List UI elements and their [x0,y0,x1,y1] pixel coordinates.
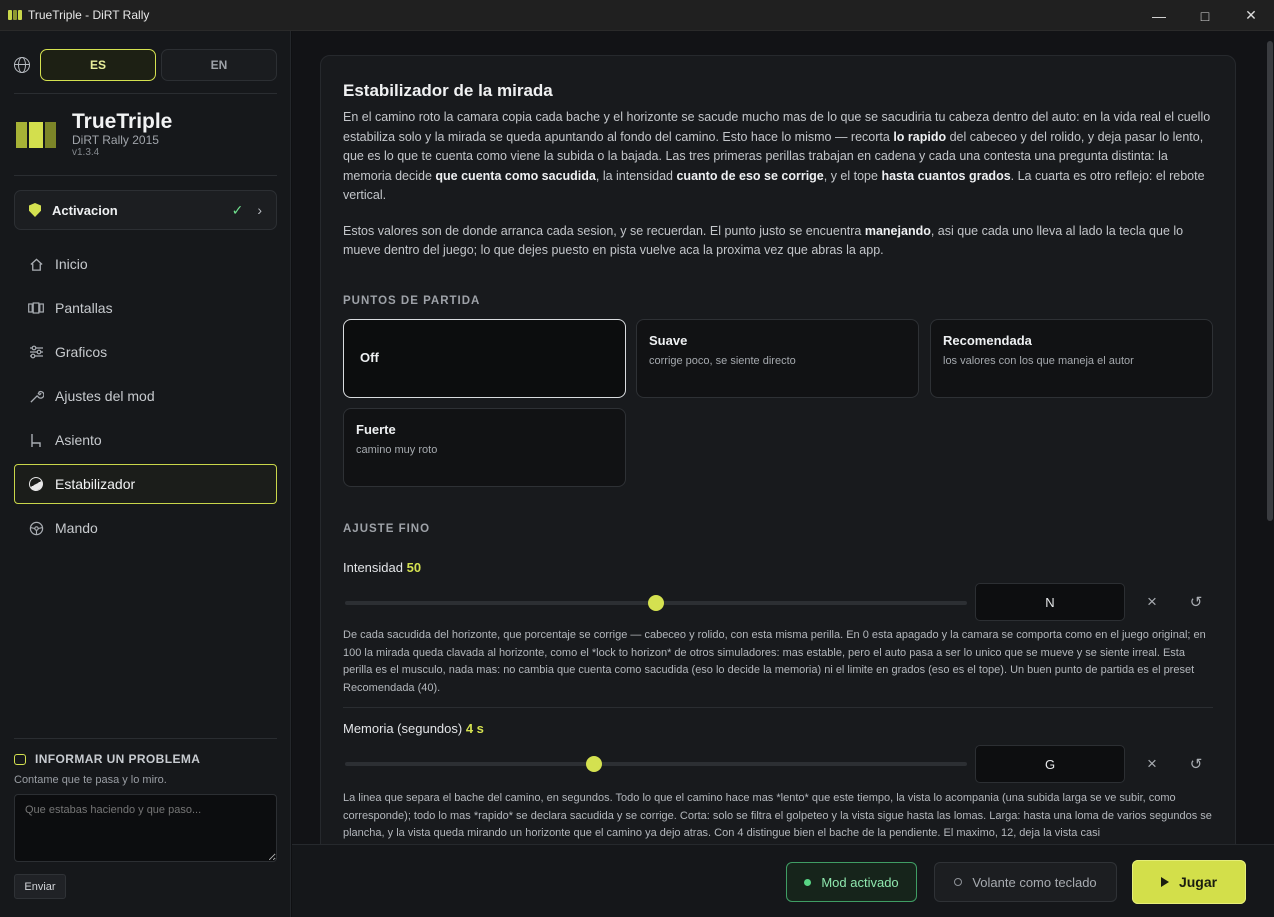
globe-icon [14,57,30,73]
window-title: TrueTriple - DiRT Rally [28,8,150,22]
seat-icon [28,432,44,448]
fine-tune-heading: AJUSTE FINO [343,523,431,535]
radio-icon [954,878,963,886]
main-content: Estabilizador de la mirada En el camino … [292,31,1274,844]
divider [14,93,277,94]
maximize-button[interactable]: □ [1182,0,1228,31]
preset-desc: camino muy roto [356,444,438,456]
footer-bar: Mod activado Volante como teclado Jugar [292,844,1274,917]
close-button[interactable]: ✕ [1228,0,1274,31]
divider [343,707,1213,708]
nav-label: Asiento [55,432,102,448]
page-title: Estabilizador de la mirada [343,81,553,100]
wrench-icon [28,388,44,404]
preset-recomendada[interactable]: Recomendada los valores con los que mane… [930,319,1213,398]
reset-icon[interactable]: ↺ [1187,593,1205,611]
report-textarea[interactable] [14,794,277,862]
memory-slider[interactable] [345,756,967,772]
reset-icon[interactable]: ↺ [1187,755,1205,773]
stabilizer-panel: Estabilizador de la mirada En el camino … [320,55,1236,844]
nav-label: Graficos [55,344,108,360]
send-button[interactable]: Enviar [14,874,66,899]
brand: TrueTriple DiRT Rally 2015 v1.3.4 [16,111,172,159]
truetriple-logo [16,122,57,148]
divider [14,738,277,739]
presets-heading: PUNTOS DE PARTIDA [343,295,481,307]
activation-label: Activacion [52,202,118,218]
preset-title: Suave [649,333,688,348]
nav-label: Inicio [55,256,88,272]
app-icon [8,10,22,20]
nav-item-inicio[interactable]: Inicio [14,244,277,284]
horizon-icon [26,474,46,494]
divider [14,175,277,176]
language-switcher: ES EN [14,49,282,81]
preset-title: Fuerte [356,422,396,437]
intensity-slider[interactable] [345,595,967,611]
title-bar: TrueTriple - DiRT Rally — □ ✕ [0,0,1274,31]
sliders-icon [28,344,44,360]
brand-name: TrueTriple [72,110,173,133]
steering-wheel-icon [28,520,44,536]
nav-item-ajustes-del-mod[interactable]: Ajustes del mod [14,376,277,416]
intensity-slider-knob[interactable] [648,595,664,611]
nav-item-estabilizador[interactable]: Estabilizador [14,464,277,504]
memory-slider-knob[interactable] [585,756,602,772]
preset-title: Recomendada [943,333,1032,348]
clear-key-button[interactable]: × [1143,754,1161,773]
preset-off[interactable]: Off [343,319,626,398]
nav-label: Ajustes del mod [55,388,155,404]
activation-button[interactable]: Activacion ✓ › [14,190,277,230]
memory-value: 4 s [465,721,484,736]
preset-desc: los valores con los que maneja el autor [943,355,1134,367]
scrollbar[interactable] [1266,31,1274,844]
nav-label: Pantallas [55,300,113,316]
shield-icon [29,203,41,217]
home-icon [28,256,44,272]
minimize-button[interactable]: — [1136,0,1182,31]
brand-game: DiRT Rally 2015 [72,133,159,147]
nav-label: Mando [55,520,98,536]
wheel-as-keyboard-toggle[interactable]: Volante como teclado [934,862,1117,902]
intro-text: En el camino roto la camara copia cada b… [343,108,1213,261]
preset-suave[interactable]: Suave corrige poco, se siente directo [636,319,919,398]
nav-item-mando[interactable]: Mando [14,508,277,548]
brand-version: v1.3.4 [72,147,100,158]
nav-item-asiento[interactable]: Asiento [14,420,277,460]
preset-fuerte[interactable]: Fuerte camino muy roto [343,408,626,487]
monitors-icon [28,300,44,316]
memory-label: Memoria (segundos) 4 s [343,721,484,736]
nav-item-graficos[interactable]: Graficos [14,332,277,372]
nav-item-pantallas[interactable]: Pantallas [14,288,277,328]
check-icon: ✓ [231,201,244,218]
memory-key-bind[interactable]: G [975,745,1125,783]
nav-label: Estabilizador [55,476,136,492]
intro-paragraph-1: En el camino roto la camara copia cada b… [343,110,1211,202]
main-nav: Inicio Pantallas Graficos Ajustes del mo… [14,244,277,552]
play-button[interactable]: Jugar [1132,860,1246,904]
report-problem: INFORMAR UN PROBLEMA Contame que te pasa… [14,752,277,899]
report-title: INFORMAR UN PROBLEMA [35,752,201,766]
intensity-key-bind[interactable]: N [975,583,1125,621]
status-dot-icon [804,878,812,886]
play-icon [1160,877,1169,887]
scrollbar-thumb[interactable] [1267,41,1273,521]
intensity-description: De cada sacudida del horizonte, que porc… [343,629,1206,694]
memory-description: La linea que separa el bache del camino,… [343,792,1212,839]
report-subtitle: Contame que te pasa y lo miro. [14,774,167,786]
intro-paragraph-2: Estos valores son de donde arranca cada … [343,223,1184,258]
chat-bubble-icon [14,753,26,765]
lang-en-button[interactable]: EN [161,49,277,81]
mod-activated-button[interactable]: Mod activado [786,862,917,902]
intensity-value: 50 [406,560,422,575]
preset-desc: corrige poco, se siente directo [649,355,796,367]
lang-es-button[interactable]: ES [40,49,156,81]
sidebar: ES EN TrueTriple DiRT Rally 2015 v1.3.4 … [0,31,291,917]
intensity-label: Intensidad 50 [343,560,422,575]
clear-key-button[interactable]: × [1143,592,1161,611]
preset-title: Off [360,350,379,365]
chevron-right-icon: › [257,202,262,218]
